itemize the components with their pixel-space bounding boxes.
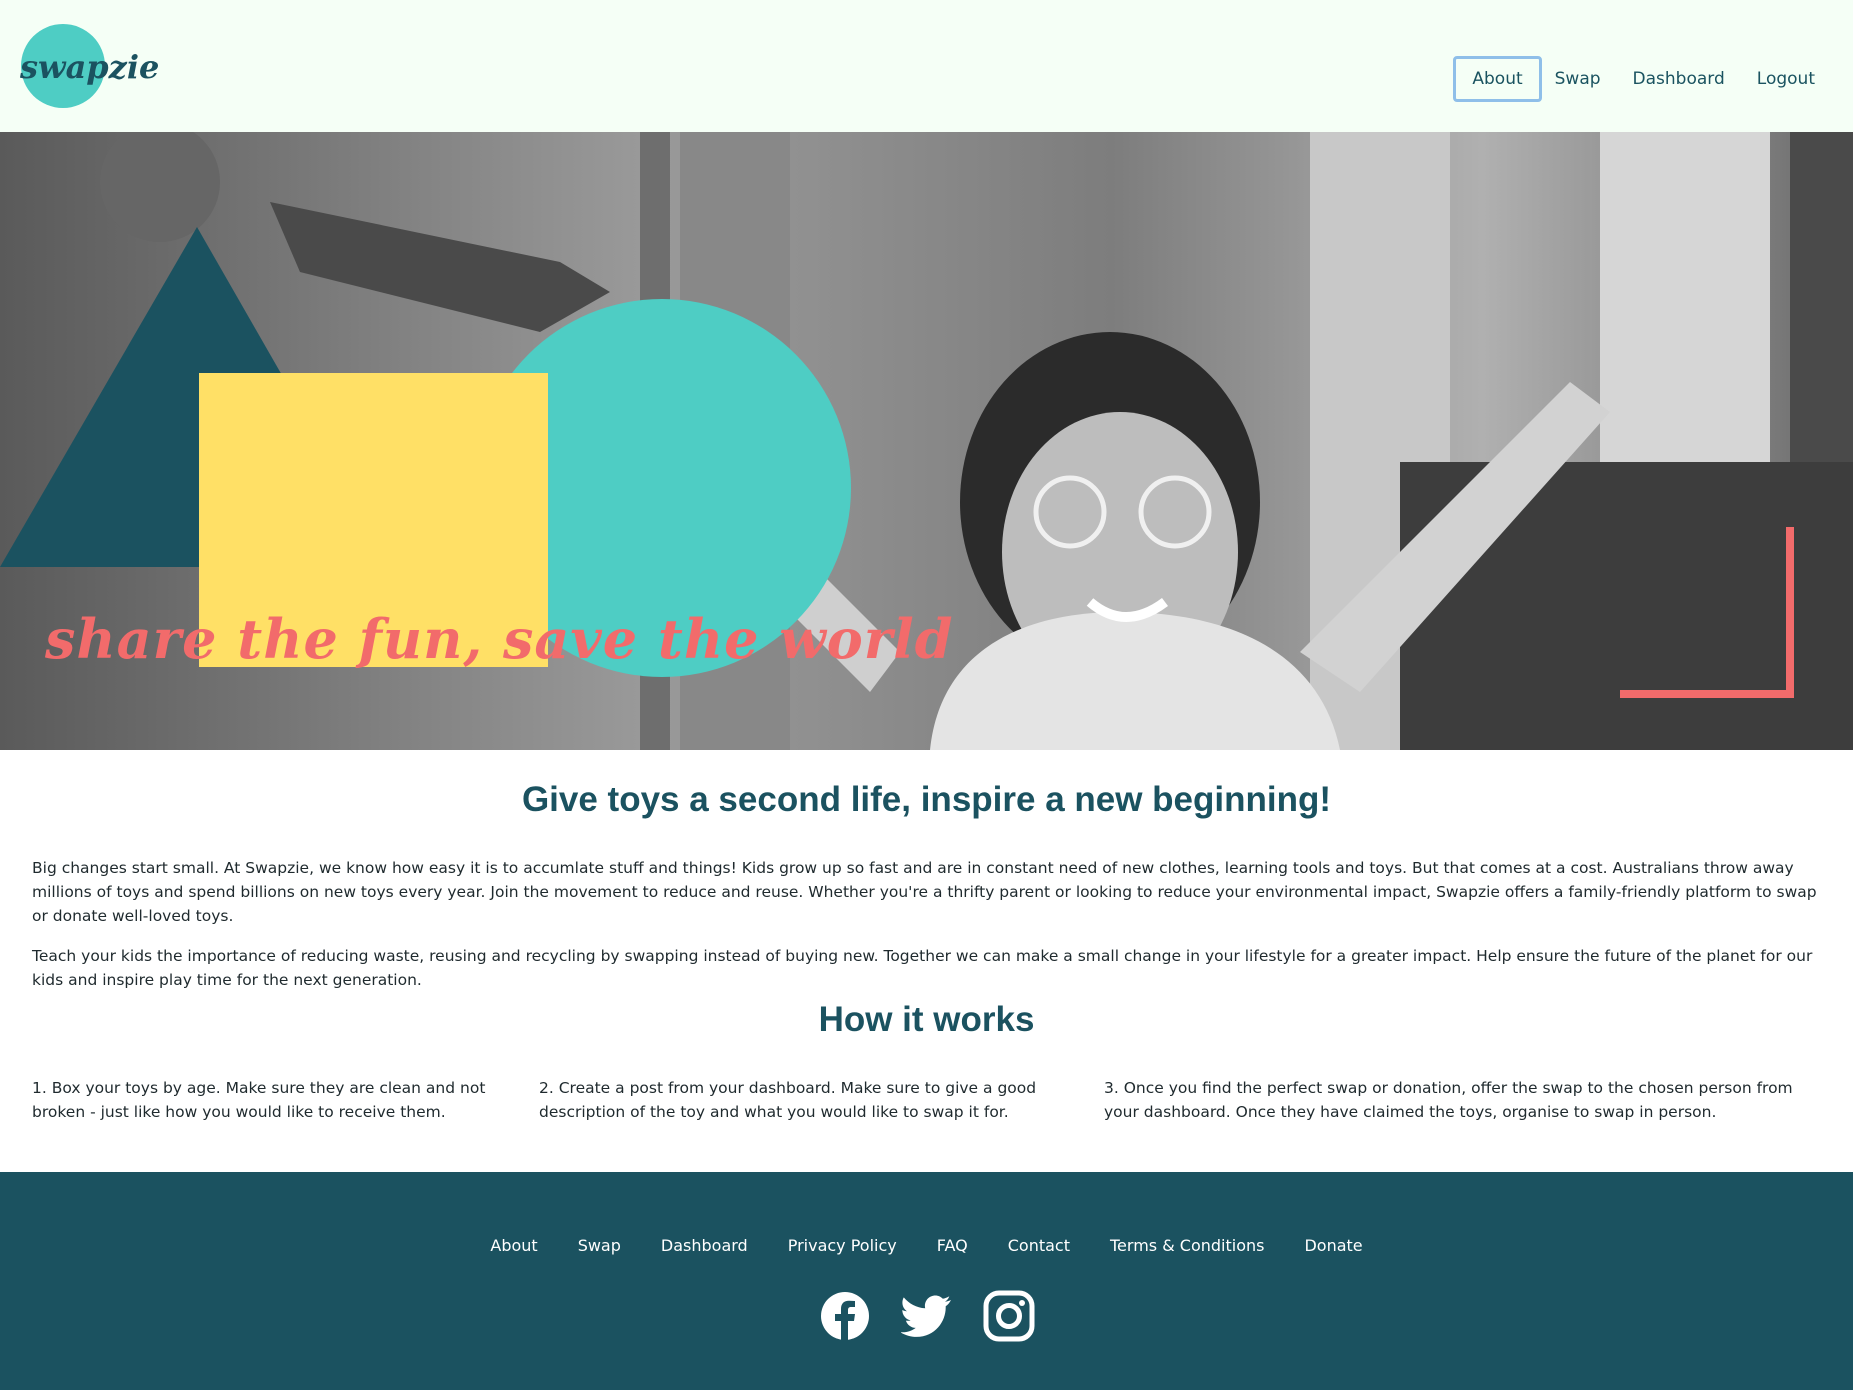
intro-paragraph: Big changes start small. At Swapzie, we … [32,859,1817,925]
how-it-works-heading: How it works [818,1000,1035,1039]
hero-banner: share the fun, save the world [0,132,1853,750]
footer-contact-link[interactable]: Contact [1008,1236,1070,1255]
step-item: 2. Create a post from your dashboard. Ma… [539,1079,1037,1121]
footer-nav: About Swap Dashboard Privacy Policy FAQ … [0,1236,1853,1255]
instagram-icon[interactable] [983,1290,1035,1342]
footer-faq-link[interactable]: FAQ [937,1236,968,1255]
footer: About Swap Dashboard Privacy Policy FAQ … [0,1172,1853,1390]
step-item: 1. Box your toys by age. Make sure they … [32,1079,486,1121]
footer-privacy-link[interactable]: Privacy Policy [788,1236,897,1255]
swapzie-logo[interactable]: swapzie [19,22,160,112]
intro-text: Big changes start small. At Swapzie, we … [32,856,1822,1008]
navbar: swapzie About Swap Dashboard Logout [0,0,1853,132]
nav-about-link[interactable]: About [1453,56,1542,102]
twitter-icon[interactable] [900,1290,953,1342]
hero-tagline: share the fun, save the world [45,607,954,671]
nav-swap-link[interactable]: Swap [1539,59,1617,99]
main-nav: About Swap Dashboard Logout [1453,56,1831,102]
footer-swap-link[interactable]: Swap [578,1236,621,1255]
step-item: 3. Once you find the perfect swap or don… [1104,1079,1793,1121]
logo-graphic: swapzie [19,24,159,108]
nav-dashboard-link[interactable]: Dashboard [1617,59,1741,99]
facebook-icon[interactable] [819,1290,871,1342]
footer-dashboard-link[interactable]: Dashboard [661,1236,748,1255]
intro-paragraph: Teach your kids the importance of reduci… [32,947,1813,989]
footer-about-link[interactable]: About [490,1236,537,1255]
nav-logout-link[interactable]: Logout [1741,59,1831,99]
footer-donate-link[interactable]: Donate [1304,1236,1362,1255]
page-heading: Give toys a second life, inspire a new b… [521,780,1332,819]
footer-terms-link[interactable]: Terms & Conditions [1110,1236,1264,1255]
social-links [0,1290,1853,1342]
svg-text:swapzie: swapzie [20,48,159,86]
